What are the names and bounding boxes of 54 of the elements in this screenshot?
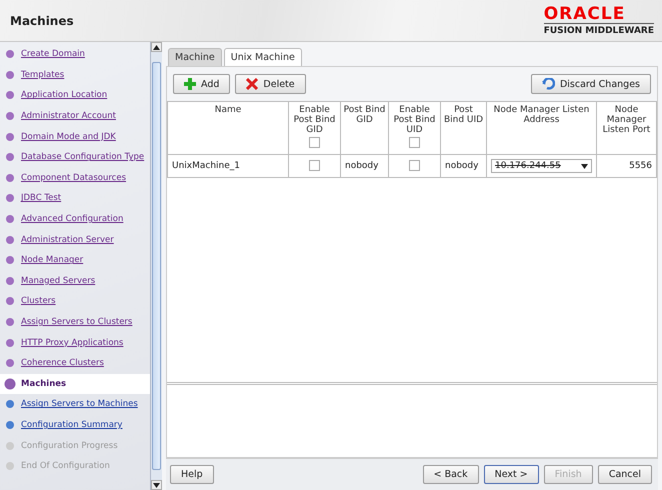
scroll-down-icon[interactable] [153,482,160,488]
help-button[interactable]: Help [170,465,214,484]
step-link[interactable]: Managed Servers [21,276,96,286]
address-dropdown[interactable]: 10.176.244.55 [491,159,592,173]
step-link[interactable]: Coherence Clusters [21,358,104,368]
next-button[interactable]: Next > [484,465,539,484]
step-link[interactable]: HTTP Proxy Applications [21,338,124,348]
tab[interactable]: Machine [168,48,222,66]
step-link[interactable]: Domain Mode and JDK [21,132,116,142]
step-link[interactable]: Assign Servers to Clusters [21,317,132,328]
tab[interactable]: Unix Machine [224,48,302,66]
discard-changes-button[interactable]: Discard Changes [530,74,651,94]
step-link[interactable]: Templates [21,70,64,80]
table-cell: nobody [340,154,388,178]
step-link[interactable]: Machines [21,378,66,389]
logo-subtitle: FUSION MIDDLEWARE [544,23,654,36]
page-title: Machines [9,14,74,28]
cancel-button[interactable]: Cancel [598,465,652,484]
scrollbar[interactable] [150,42,162,490]
table-cell: UnixMachine_1 [168,154,288,178]
table-cell: nobody [440,154,486,178]
step-link[interactable]: JDBC Test [21,193,62,204]
step-link[interactable]: Administration Server [21,234,114,245]
step-link[interactable]: Administrator Account [21,111,116,122]
column-header: Node Manager Listen Address [492,105,590,125]
column-header: Post Bind GID [343,105,386,125]
step-link[interactable]: Create Domain [21,49,85,60]
column-header: Node Manager Listen Port [602,105,652,135]
step-link[interactable]: Node Manager [21,255,84,266]
step-link[interactable]: Clusters [21,296,56,306]
table-cell: 5556 [596,154,656,178]
column-header: Enable Post Bind UID [392,105,436,135]
logo-wordmark: ORACLE [544,5,626,23]
checkbox[interactable] [409,137,420,148]
step-link[interactable]: Database Configuration Type [21,152,144,162]
step-link[interactable]: Advanced Configuration [21,214,124,224]
step-link[interactable]: Component Datasources [21,172,126,183]
column-header: Post Bind UID [443,105,484,125]
add-button[interactable]: Add [173,74,230,94]
checkbox[interactable] [309,137,320,148]
scroll-up-icon[interactable] [153,44,160,50]
cross-icon [246,78,258,90]
plus-icon [184,78,196,90]
step-link[interactable]: Configuration Summary [21,420,122,430]
step-link[interactable]: Application Location [21,90,108,100]
dropdown-arrow-icon[interactable] [581,164,588,168]
column-header: Enable Post Bind GID [292,105,336,135]
checkbox[interactable] [309,160,320,171]
undo-icon [542,78,555,90]
step-link[interactable]: Assign Servers to Machines [21,399,138,410]
back-button[interactable]: < Back [422,465,479,484]
column-header: Name [214,105,242,115]
checkbox[interactable] [409,160,420,171]
delete-button[interactable]: Delete [235,74,306,94]
